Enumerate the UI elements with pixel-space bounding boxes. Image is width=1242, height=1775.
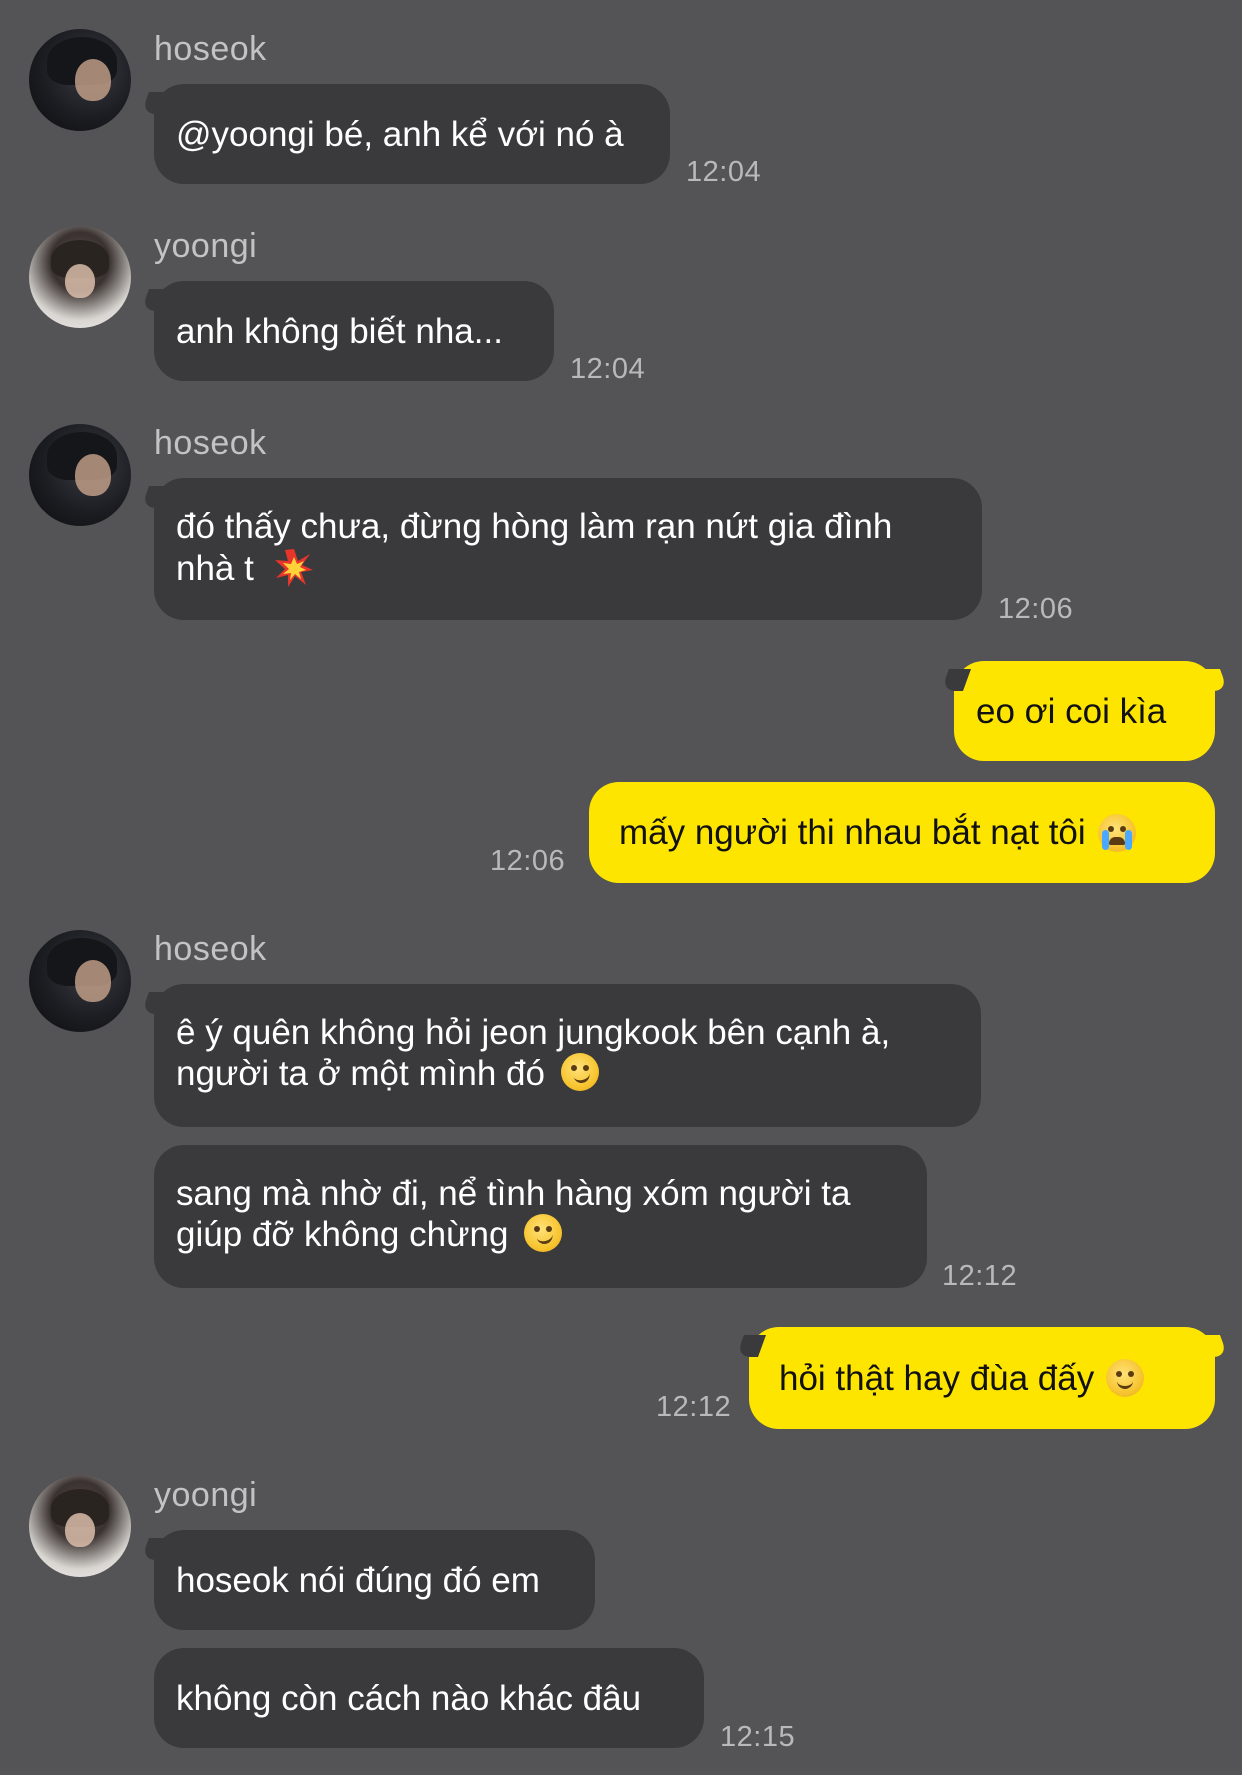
outgoing-message-bubble[interactable]: hỏi thật hay đùa đấy xyxy=(749,1327,1215,1429)
incoming-message-bubble[interactable]: không còn cách nào khác đâu xyxy=(154,1648,704,1748)
incoming-message-bubble[interactable]: anh không biết nha... xyxy=(154,281,554,381)
smirking-face-emoji xyxy=(524,1214,563,1252)
incoming-message-bubble[interactable]: ê ý quên không hỏi jeon jungkook bên cạn… xyxy=(154,984,981,1127)
sender-name: hoseok xyxy=(154,930,267,968)
yoongi-avatar[interactable] xyxy=(29,1475,131,1577)
message-text: sang mà nhờ đi, nể tình hàng xóm người t… xyxy=(176,1174,851,1213)
message-text: nhà t xyxy=(176,549,254,588)
message-text: giúp đỡ không chừng xyxy=(176,1215,509,1254)
crying-face-emoji xyxy=(1097,813,1136,852)
sender-name: yoongi xyxy=(154,227,258,265)
message-text: không còn cách nào khác đâu xyxy=(176,1678,642,1718)
message-text: @yoongi bé, anh kể với nó à xyxy=(176,114,624,154)
message-time: 12:06 xyxy=(998,593,1074,625)
message-text: anh không biết nha... xyxy=(176,311,503,351)
message-text: đó thấy chưa, đừng hòng làm rạn nứt gia … xyxy=(176,507,893,546)
hoseok-avatar[interactable] xyxy=(29,930,131,1032)
message-time: 12:15 xyxy=(720,1721,796,1753)
message-text: mấy người thi nhau bắt nạt tôi xyxy=(619,813,1086,852)
message-text: ê ý quên không hỏi jeon jungkook bên cạn… xyxy=(176,1013,891,1052)
outgoing-message-bubble[interactable]: mấy người thi nhau bắt nạt tôi xyxy=(589,782,1215,883)
incoming-message-bubble[interactable]: đó thấy chưa, đừng hòng làm rạn nứt gia … xyxy=(154,478,982,620)
yoongi-avatar[interactable] xyxy=(29,226,131,328)
outgoing-message-bubble[interactable]: eo ơi coi kìa xyxy=(954,661,1215,761)
hoseok-avatar[interactable] xyxy=(29,29,131,131)
incoming-message-bubble[interactable]: sang mà nhờ đi, nể tình hàng xóm người t… xyxy=(154,1145,927,1288)
collision-emoji xyxy=(274,548,314,588)
hoseok-avatar[interactable] xyxy=(29,424,131,526)
sender-name: hoseok xyxy=(154,424,267,462)
message-text: eo ơi coi kìa xyxy=(976,691,1167,731)
sender-name: hoseok xyxy=(154,30,267,68)
message-time: 12:12 xyxy=(656,1391,732,1423)
incoming-message-bubble[interactable]: @yoongi bé, anh kể với nó à xyxy=(154,84,670,184)
message-text: hỏi thật hay đùa đấy xyxy=(779,1358,1095,1398)
message-time: 12:12 xyxy=(942,1260,1018,1292)
sender-name: yoongi xyxy=(154,1476,258,1514)
slightly-smiling-face-emoji xyxy=(1106,1359,1145,1397)
message-time: 12:06 xyxy=(490,845,566,877)
message-time: 12:04 xyxy=(686,156,762,188)
incoming-message-bubble[interactable]: hoseok nói đúng đó em xyxy=(154,1530,595,1630)
message-text: hoseok nói đúng đó em xyxy=(176,1560,540,1600)
smirking-face-emoji xyxy=(560,1053,599,1091)
message-time: 12:04 xyxy=(570,353,646,385)
message-text: người ta ở một mình đó xyxy=(176,1054,545,1093)
chat-transcript: hoseok @yoongi bé, anh kể với nó à 12:04… xyxy=(0,0,1242,1775)
